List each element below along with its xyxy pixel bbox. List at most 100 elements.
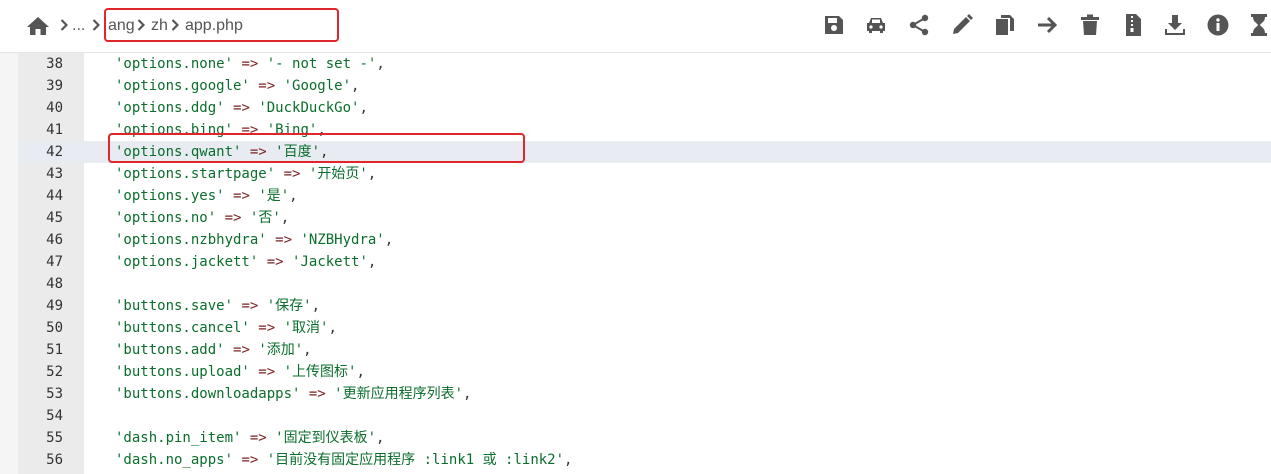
code-text: 'options.google' => 'Google', [115, 75, 359, 97]
info-button[interactable] [1206, 13, 1230, 37]
breadcrumb-ellipsis[interactable]: ... [72, 15, 85, 37]
code-line[interactable]: 45 'options.no' => '否', [18, 207, 1271, 229]
code-line[interactable]: 39 'options.google' => 'Google', [18, 75, 1271, 97]
code-text: 'buttons.add' => '添加', [115, 339, 312, 361]
punctuation: , [564, 452, 573, 468]
array-key: 'buttons.save' [115, 298, 234, 314]
line-number: 54 [46, 408, 63, 424]
pencil-icon [953, 14, 973, 34]
code-line[interactable]: 55 'dash.pin_item' => '固定到仪表板', [18, 427, 1271, 449]
code-text: 'options.yes' => '是', [115, 185, 298, 207]
breadcrumb-highlight-box [104, 8, 339, 42]
arrow-operator: => [233, 188, 250, 204]
line-number: 52 [46, 364, 63, 380]
array-key: 'options.jackett' [115, 254, 259, 270]
punctuation: , [367, 166, 377, 182]
arrow-operator: => [275, 232, 293, 248]
array-key: 'buttons.add' [115, 342, 225, 358]
array-key: 'options.ddg' [115, 100, 225, 116]
code-text: 'buttons.downloadapps' => '更新应用程序列表', [115, 383, 471, 405]
copy-icon [996, 15, 1014, 35]
array-key: 'buttons.cancel' [115, 320, 250, 336]
string-value: '是' [258, 188, 290, 204]
arrow-operator: => [266, 254, 284, 270]
share-button[interactable] [907, 13, 931, 37]
share-icon [909, 14, 929, 36]
arrow-operator: => [308, 386, 326, 402]
copy-button[interactable] [993, 13, 1017, 37]
code-line[interactable]: 56 'dash.no_apps' => '目前没有固定应用程序 :link1 或… [18, 449, 1271, 471]
history-button[interactable] [1247, 13, 1271, 37]
string-value: '固定到仪表板' [275, 430, 377, 446]
arrow-operator: => [249, 430, 267, 446]
code-line[interactable]: 48 [18, 273, 1271, 295]
code-line[interactable]: 40 'options.ddg' => 'DuckDuckGo', [18, 97, 1271, 119]
car-icon [867, 18, 885, 33]
string-value: '保存' [266, 298, 312, 314]
chevron-right-icon [92, 19, 100, 31]
download-icon [1165, 15, 1185, 35]
arrow-operator: => [241, 56, 259, 72]
home-icon[interactable] [26, 16, 50, 36]
code-text: 'buttons.save' => '保存', [115, 295, 320, 317]
code-line[interactable]: 38 'options.none' => '- not set -', [18, 53, 1271, 75]
line-number: 48 [46, 276, 63, 292]
line-number: 53 [46, 386, 63, 402]
string-value: 'Google' [283, 78, 352, 94]
zip-file-icon [1126, 14, 1141, 36]
line-number: 45 [46, 210, 63, 226]
code-text: 'options.ddg' => 'DuckDuckGo', [115, 97, 368, 119]
code-line[interactable]: 49 'buttons.save' => '保存', [18, 295, 1271, 317]
vehicle-button[interactable] [864, 13, 888, 37]
arrow-operator: => [241, 298, 259, 314]
line-number: 39 [46, 78, 63, 94]
array-key: 'buttons.downloadapps' [115, 386, 301, 402]
code-text: 'buttons.cancel' => '取消', [115, 317, 337, 339]
punctuation: , [289, 188, 298, 204]
line-number: 47 [46, 254, 63, 270]
line-number: 43 [46, 166, 63, 182]
arrow-operator: => [233, 342, 250, 358]
string-value: '开始页' [308, 166, 368, 182]
code-line[interactable]: 47 'options.jackett' => 'Jackett', [18, 251, 1271, 273]
array-key: 'dash.no_apps' [115, 452, 234, 468]
code-text: 'options.none' => '- not set -', [115, 53, 385, 75]
line-number: 41 [46, 122, 63, 138]
array-key: 'options.yes' [115, 188, 225, 204]
code-line[interactable]: 53 'buttons.downloadapps' => '更新应用程序列表', [18, 383, 1271, 405]
save-button[interactable] [822, 13, 846, 37]
punctuation: , [359, 100, 368, 116]
code-text: 'dash.pin_item' => '固定到仪表板', [115, 427, 384, 449]
punctuation: , [311, 298, 321, 314]
punctuation: , [303, 342, 312, 358]
array-key: 'buttons.upload' [115, 364, 250, 380]
line-number: 42 [46, 144, 63, 160]
delete-button[interactable] [1078, 13, 1102, 37]
line-number: 56 [46, 452, 63, 468]
code-editor[interactable]: 38 'options.none' => '- not set -', 39 'opt… [18, 53, 1271, 474]
code-line[interactable]: 46 'options.nzbhydra' => 'NZBHydra', [18, 229, 1271, 251]
move-button[interactable] [1035, 13, 1059, 37]
line-number: 46 [46, 232, 63, 248]
line-number: 40 [46, 100, 63, 116]
string-value: 'DuckDuckGo' [258, 100, 360, 116]
code-line[interactable]: 54 [18, 405, 1271, 427]
code-line[interactable]: 44 'options.yes' => '是', [18, 185, 1271, 207]
code-line[interactable]: 50 'buttons.cancel' => '取消', [18, 317, 1271, 339]
array-key: 'options.google' [115, 78, 250, 94]
code-line[interactable]: 52 'buttons.upload' => '上传图标', [18, 361, 1271, 383]
download-button[interactable] [1163, 13, 1187, 37]
punctuation: , [356, 364, 365, 380]
punctuation: , [351, 78, 360, 94]
arrow-operator: => [233, 100, 250, 116]
string-value: '否' [249, 210, 281, 226]
code-text: 'options.jackett' => 'Jackett', [115, 251, 376, 273]
code-line[interactable]: 51 'buttons.add' => '添加', [18, 339, 1271, 361]
string-value: '- not set -' [266, 56, 377, 72]
array-key: 'options.no' [115, 210, 217, 226]
code-line[interactable]: 43 'options.startpage' => '开始页', [18, 163, 1271, 185]
archive-button[interactable] [1121, 13, 1145, 37]
punctuation: , [463, 386, 472, 402]
edit-button[interactable] [950, 13, 974, 37]
string-value: '上传图标' [283, 364, 357, 380]
